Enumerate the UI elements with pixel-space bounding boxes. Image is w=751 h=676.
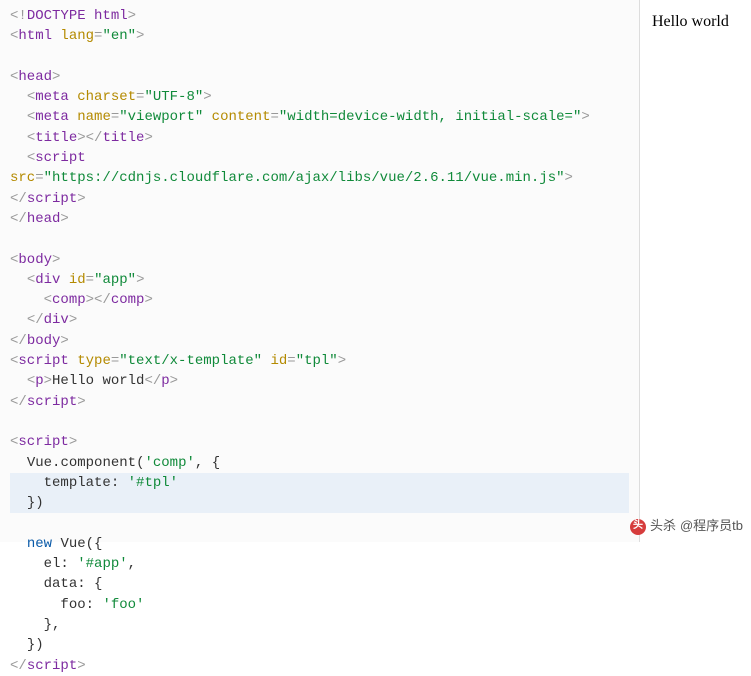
code-line: </script>: [10, 392, 629, 412]
code-line: data: {: [10, 574, 629, 594]
code-line: src="https://cdnjs.cloudflare.com/ajax/l…: [10, 168, 629, 188]
code-editor[interactable]: <!DOCTYPE html><html lang="en"> <head> <…: [0, 0, 640, 542]
watermark-logo-icon: 头: [630, 519, 646, 535]
code-line: new Vue({: [10, 534, 629, 554]
code-line: <meta charset="UTF-8">: [10, 87, 629, 107]
code-line: <body>: [10, 250, 629, 270]
code-line: el: '#app',: [10, 554, 629, 574]
code-line: <comp></comp>: [10, 290, 629, 310]
code-line: <script: [10, 148, 629, 168]
watermark: 头 头杀 @程序员tb: [630, 517, 743, 536]
code-line-highlighted: template: '#tpl': [10, 473, 629, 493]
code-line: Vue.component('comp', {: [10, 453, 629, 473]
preview-text: Hello world: [652, 13, 729, 30]
code-line-highlighted: }): [10, 493, 629, 513]
code-line: </head>: [10, 209, 629, 229]
code-line: <html lang="en">: [10, 26, 629, 46]
code-line: <!DOCTYPE html>: [10, 6, 629, 26]
watermark-prefix: 头杀: [650, 517, 676, 536]
preview-pane: Hello world: [640, 0, 751, 542]
code-line: <p>Hello world</p>: [10, 371, 629, 391]
code-line: [10, 229, 629, 249]
code-line: [10, 513, 629, 533]
code-line: <script type="text/x-template" id="tpl">: [10, 351, 629, 371]
code-line: [10, 412, 629, 432]
code-line: foo: 'foo': [10, 595, 629, 615]
split-view: <!DOCTYPE html><html lang="en"> <head> <…: [0, 0, 751, 542]
code-line: </body>: [10, 331, 629, 351]
code-line: <script>: [10, 432, 629, 452]
code-line: <head>: [10, 67, 629, 87]
code-line: </script>: [10, 656, 629, 676]
code-line: <title></title>: [10, 128, 629, 148]
code-line: },: [10, 615, 629, 635]
code-line: </script>: [10, 189, 629, 209]
code-line: <meta name="viewport" content="width=dev…: [10, 107, 629, 127]
code-line: [10, 47, 629, 67]
watermark-handle: @程序员tb: [680, 517, 743, 536]
code-line: <div id="app">: [10, 270, 629, 290]
code-line: }): [10, 635, 629, 655]
code-line: </div>: [10, 310, 629, 330]
